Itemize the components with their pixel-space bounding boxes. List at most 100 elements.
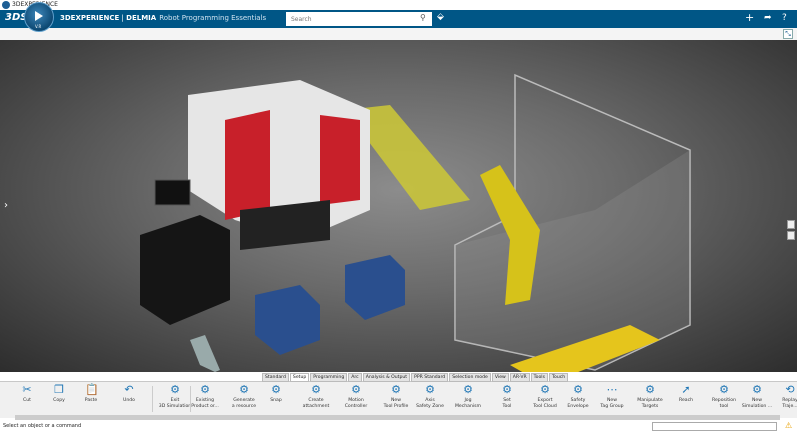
scissors-icon: ✂ [22,383,32,396]
tool-safety-zone[interactable]: ⚙ Axis Safety Zone [412,384,448,410]
tab-analysis-output[interactable]: Analysis & Output [362,373,411,382]
tool-profile-icon: ⚙ [391,383,401,396]
monitor [154,179,191,206]
tab-ppr-standard[interactable]: PPR Standard [411,373,449,382]
copy-icon: ❐ [54,383,64,396]
tab-programming[interactable]: Programming [310,373,348,382]
tool-label: Cut [23,398,31,403]
tab-standard[interactable]: Standard [262,373,289,382]
machine-door [225,110,270,220]
tool-simulation[interactable]: ⚙ New Simulation ... [739,384,775,410]
compass-version: V.R [35,24,42,29]
tool-label: Set Tool [502,398,512,409]
tool-label: New Tool Profile [383,398,409,409]
bin [345,255,405,320]
machine-door [320,115,360,205]
tab-ar-vr[interactable]: AR-VR [509,373,530,382]
tool-label: Export Tool Cloud [533,398,557,409]
tool-snap[interactable]: ⚙ Snap [258,384,294,404]
tool-label: Safety Envelope [567,398,589,409]
tool-generate-resource[interactable]: ⚙ Generate a resource [226,384,262,410]
existing-product-icon: ⚙ [200,383,210,396]
tool-label: Axis Safety Zone [416,398,444,409]
cobot [190,335,220,372]
tool-replay[interactable]: ⟲ Replay Traje... [772,384,797,410]
play-icon[interactable] [35,11,43,21]
tab-view[interactable]: View [491,373,509,382]
tab-setup[interactable]: Setup [289,373,310,382]
targets-icon: ⚙ [645,383,655,396]
tool-label: Manipulate Targets [637,398,663,409]
tool-label: Jog Mechanism [454,398,482,409]
tool-export-cloud[interactable]: ⚙ Export Tool Cloud [527,384,563,410]
safety-envelope-icon: ⚙ [573,383,583,396]
tool-attachment[interactable]: ⚙ Create attachment [298,384,334,410]
search-icon[interactable]: ⚲ [420,13,426,22]
warning-icon[interactable]: ⚠ [785,421,792,430]
tag-group-icon: ⋯ [606,383,618,396]
tool-copy[interactable]: ❐ Copy [41,384,77,404]
brand-label: 3DEXPERIENCE [60,14,120,22]
tool-scissors[interactable]: ✂ Cut [9,384,45,404]
toolbar-scrollbar[interactable] [15,415,780,420]
help-icon[interactable]: ? [782,13,787,23]
action-bar: ⤡ [0,28,797,40]
top-bar: 3DS 3DEXPERIENCE | DELMIA Robot Programmi… [0,10,797,28]
simulation-icon: ⚙ [752,383,762,396]
tool-label: Generate a resource [231,398,257,409]
replay-icon: ⟲ [785,383,795,396]
compass[interactable]: V.R [24,2,54,32]
action-bar-toolbar: ✂ Cut ❐ Copy 📋 Paste ↶ Undo ⚙ Exit 3D Simulation ⚙… [0,381,797,418]
tool-set-tool[interactable]: ⚙ Set Tool [489,384,525,410]
add-icon[interactable]: + [745,11,754,24]
tool-label: Reach [678,398,694,403]
motion-controller-icon: ⚙ [351,383,361,396]
tab-tools[interactable]: Tools [530,373,548,382]
bin [255,285,320,355]
tool-tool-profile[interactable]: ⚙ New Tool Profile [378,384,414,410]
tool-paste[interactable]: 📋 Paste [73,384,109,404]
paste-icon: 📋 [85,383,99,396]
tool-label: Undo [122,398,135,403]
window-title-bar: 3DEXPERIENCE [0,0,797,10]
tool-label: New Simulation ... [741,398,773,409]
app-label: DELMIA [126,14,157,22]
tool-existing-product[interactable]: ⚙ Existing Product or... [187,384,223,410]
safety-zone-icon: ⚙ [425,383,435,396]
generate-resource-icon: ⚙ [239,383,249,396]
tool-undo[interactable]: ↶ Undo [111,384,147,404]
3d-viewport[interactable] [0,40,797,372]
side-tool-icon[interactable] [787,231,795,240]
tool-cabinet [140,215,230,325]
tool-jog[interactable]: ⚙ Jog Mechanism [450,384,486,410]
tag-icon[interactable]: ⬙ [437,12,444,22]
expand-panel-icon[interactable]: › [4,200,8,211]
tool-targets[interactable]: ⚙ Manipulate Targets [632,384,668,410]
tool-motion-controller[interactable]: ⚙ Motion Controller [338,384,374,410]
attachment-icon: ⚙ [311,383,321,396]
separator [152,386,153,412]
tool-tag-group[interactable]: ⋯ New Tag Group [594,384,630,410]
tool-reach[interactable]: ➚ Reach [668,384,704,404]
search-input[interactable] [286,12,432,26]
scene [140,73,691,372]
tool-label: Motion Controller [344,398,368,409]
command-input[interactable] [652,422,777,431]
tool-label: New Tag Group [600,398,624,409]
exit-simulation-icon: ⚙ [170,383,180,396]
export-cloud-icon: ⚙ [540,383,550,396]
share-icon[interactable]: ➦ [764,13,772,23]
app-icon [2,1,10,9]
fullscreen-icon[interactable]: ⤡ [783,29,793,39]
tool-safety-envelope[interactable]: ⚙ Safety Envelope [560,384,596,410]
tool-label: Paste [84,398,98,403]
tab-touch[interactable]: Touch [548,373,569,382]
tool-reposition[interactable]: ⚙ Reposition tool [706,384,742,410]
tab-arc[interactable]: Arc [348,373,362,382]
snap-icon: ⚙ [271,383,281,396]
reposition-icon: ⚙ [719,383,729,396]
side-tool-icon[interactable] [787,220,795,229]
jog-icon: ⚙ [463,383,473,396]
tab-selection-mode[interactable]: Selection mode [449,373,491,382]
tool-label: Reposition tool [711,398,736,409]
